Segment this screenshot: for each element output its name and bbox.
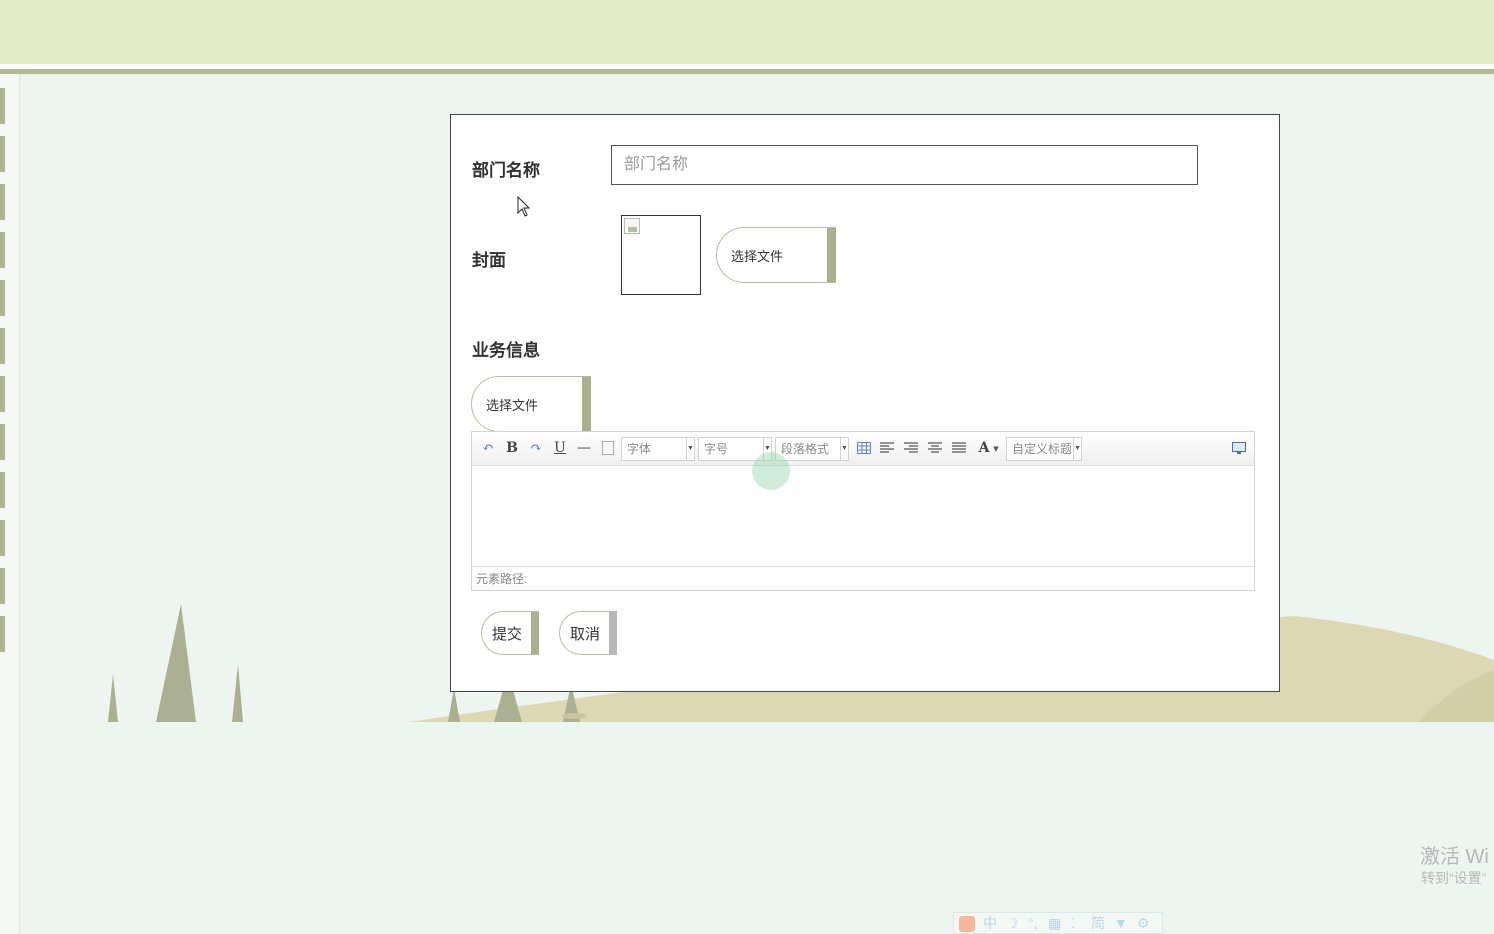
department-form-panel: 部门名称 封面 选择文件 业务信息 选择文件 ↶ B ↷ U — 字体 ▼ 字号… — [450, 114, 1280, 692]
bold-icon[interactable]: B — [503, 439, 521, 457]
cancel-button[interactable]: 取消 — [559, 611, 617, 655]
editor-toolbar: ↶ B ↷ U — 字体 ▼ 字号 ▼ 段落格式 ▼ A ▼ 自定义标题 ▼ — [472, 432, 1254, 466]
rail-marker[interactable] — [0, 520, 5, 556]
dept-name-input[interactable] — [611, 145, 1198, 185]
align-left-icon[interactable] — [878, 439, 896, 457]
align-right-icon[interactable] — [902, 439, 920, 457]
custom-title-select[interactable]: 自定义标题 ▼ — [1006, 437, 1082, 461]
ime-toolbar: 中 ☽ °, ▦ ⁚ 简 ▼ ⚙ — [953, 912, 1163, 934]
broken-image-icon — [624, 218, 640, 234]
business-info-label: 业务信息 — [472, 341, 540, 360]
paragraph-format-select[interactable]: 段落格式 ▼ — [775, 437, 849, 461]
preview-icon[interactable] — [1230, 439, 1248, 457]
redo-icon[interactable]: ↷ — [527, 439, 545, 457]
rail-marker[interactable] — [0, 424, 5, 460]
rail-marker[interactable] — [0, 88, 5, 124]
justify-icon[interactable] — [950, 439, 968, 457]
ime-script-toggle[interactable]: 简 — [1091, 914, 1105, 932]
top-header-bar — [0, 0, 1494, 64]
table-icon[interactable] — [855, 439, 873, 457]
font-size-value: 字号 — [704, 442, 729, 456]
cover-image-preview — [621, 215, 701, 295]
chevron-down-icon: ▼ — [686, 438, 694, 460]
business-choose-file-button[interactable]: 选择文件 — [471, 376, 591, 432]
rail-marker[interactable] — [0, 472, 5, 508]
underline-icon[interactable]: U — [551, 439, 569, 457]
paragraph-format-value: 段落格式 — [781, 442, 830, 456]
punctuation-icon[interactable]: °, — [1028, 914, 1038, 932]
submit-button[interactable]: 提交 — [481, 611, 539, 655]
font-family-select[interactable]: 字体 ▼ — [621, 437, 695, 461]
page-icon[interactable] — [599, 439, 617, 457]
undo-icon[interactable]: ↶ — [479, 439, 497, 457]
dept-name-label: 部门名称 — [472, 161, 540, 180]
rich-text-editor: ↶ B ↷ U — 字体 ▼ 字号 ▼ 段落格式 ▼ A ▼ 自定义标题 ▼ 元… — [471, 431, 1255, 591]
trees-illustration — [108, 604, 243, 722]
chevron-down-icon: ▼ — [840, 438, 848, 460]
cover-choose-file-button[interactable]: 选择文件 — [716, 227, 836, 283]
click-indicator — [752, 452, 790, 490]
mouse-cursor-icon — [517, 196, 531, 217]
gear-icon[interactable]: ⚙ — [1137, 914, 1150, 932]
horizontal-rule-icon[interactable]: — — [575, 439, 593, 457]
rail-marker[interactable] — [0, 616, 5, 652]
rail-marker[interactable] — [0, 136, 5, 172]
rail-marker[interactable] — [0, 232, 5, 268]
header-divider — [0, 69, 1494, 74]
rail-marker[interactable] — [0, 376, 5, 412]
custom-title-value: 自定义标题 — [1012, 442, 1073, 456]
rail-marker[interactable] — [0, 280, 5, 316]
chevron-down-icon: ▼ — [1073, 438, 1081, 460]
font-family-value: 字体 — [627, 442, 652, 456]
sogou-logo-icon[interactable] — [959, 916, 975, 932]
align-center-icon[interactable] — [926, 439, 944, 457]
chevron-down-icon[interactable]: ▼ — [991, 439, 1001, 457]
windows-activation-title: 激活 Wi — [1420, 846, 1489, 868]
rail-marker[interactable] — [0, 184, 5, 220]
keyboard-icon[interactable]: ▦ — [1048, 914, 1061, 932]
left-rail — [0, 74, 20, 934]
editor-content-area[interactable] — [472, 466, 1254, 566]
cover-label: 封面 — [472, 251, 506, 270]
mic-icon[interactable]: ⁚ — [1071, 914, 1075, 932]
windows-activation-subtitle: 转到“设置” — [1421, 870, 1487, 886]
rail-marker[interactable] — [0, 568, 5, 604]
rail-marker[interactable] — [0, 328, 5, 364]
moon-icon[interactable]: ☽ — [1006, 914, 1019, 932]
element-path-status: 元素路径: — [472, 566, 1254, 590]
shirt-icon[interactable]: ▼ — [1114, 914, 1128, 932]
ime-mode-toggle[interactable]: 中 — [983, 914, 997, 932]
